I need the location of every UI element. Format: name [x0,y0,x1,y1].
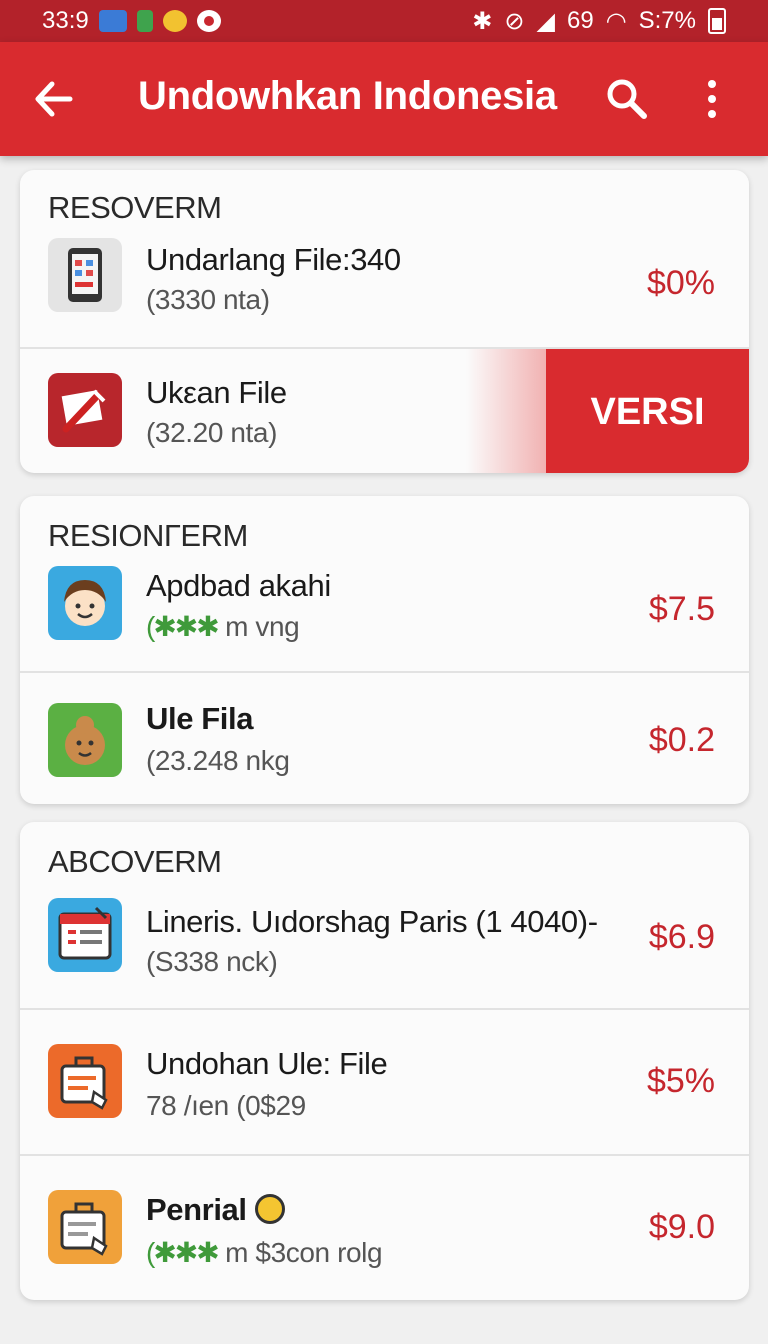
rating-stars: (✱✱✱ [146,611,220,642]
status-time: 33:9 [42,7,89,34]
item-price: $0.2 [648,721,715,759]
wifi-icon: ◠ [605,7,627,35]
section-card: ABCOVERM Lineris. Uıdorshag Paris (1 404… [20,822,749,1300]
swipe-shadow [466,349,546,473]
bluetooth-icon: ✱ [472,7,493,35]
bag-icon [48,1190,122,1264]
list-item[interactable]: Undarlang File:340 (3330 nta) $0% [20,222,749,347]
section-title: RESOVERM [48,190,222,225]
badge-icon [254,1194,285,1224]
mute-icon: ⊘ [504,7,525,35]
item-price: $7.5 [648,590,715,628]
section-card: RESIONΓERM Apdbad akahi (✱✱✱ m vng $7.5 … [20,496,749,804]
versi-swipe-button[interactable]: VERSI [546,349,749,473]
item-subtitle: 78 /ıen (0$29 [146,1090,306,1121]
list-item[interactable]: Lineris. Uıdorshag Paris (1 4040)- (S338… [20,880,749,1008]
section-title: RESIONΓERM [48,518,248,553]
item-subtitle: (32.20 nta) [146,417,278,448]
back-arrow-icon[interactable] [30,76,80,124]
item-subtitle: (3330 nta) [146,284,270,315]
face-icon [48,566,122,640]
pen-icon [48,373,122,447]
notification-icon [98,10,127,32]
signal-icon: ◢ [536,7,555,35]
notification-icon [136,10,153,32]
notification-icon [196,10,221,32]
item-subtitle: (S338 nck) [146,946,278,977]
battery-icon [708,8,726,34]
item-name-text: Penrial [146,1192,247,1227]
search-icon[interactable] [604,76,650,122]
status-bar: 33:9 ✱ ⊘ ◢ 69 ◠ S:7% [0,0,768,42]
item-price: $5% [646,1062,715,1100]
item-subtitle: (✱✱✱ m vng [146,610,300,643]
item-price: $9.0 [648,1208,715,1246]
item-subtitle-text: m vng [217,611,300,642]
notification-icon [162,10,187,32]
item-name: Ule Fila [146,701,254,736]
list-item[interactable]: Ukεan File (32.20 nta) VERSI [20,347,749,473]
item-name: Penrial [146,1192,285,1228]
briefcase-icon [48,1044,122,1118]
calendar-icon [48,898,122,972]
battery-text: S:7% [638,7,696,34]
item-price: $0% [646,264,715,302]
app-bar: Undowhkan Indonesia [0,42,768,156]
item-subtitle: (23.248 nkg [146,745,290,776]
item-name: Apdbad akahi [146,568,331,603]
item-subtitle: (✱✱✱ m $3con rolg [146,1236,383,1269]
more-options-icon[interactable] [700,76,724,122]
signal-text: 69 [566,7,594,34]
list-item[interactable]: Penrial (✱✱✱ m $3con rolg $9.0 [20,1154,749,1300]
cookie-icon [48,703,122,777]
list-item[interactable]: Apdbad akahi (✱✱✱ m vng $7.5 [20,552,749,671]
item-subtitle-text: m $3con rolg [217,1237,383,1268]
item-name: Ukεan File [146,375,287,410]
phone-icon [48,238,122,312]
page-title: Undowhkan Indonesia [138,74,557,118]
section-title: ABCOVERM [48,844,222,879]
item-name: Lineris. Uıdorshag Paris (1 4040)- [146,904,598,939]
section-card: RESOVERM Undarlang File:340 (3330 nta) $… [20,170,749,473]
item-price: $6.9 [648,918,715,956]
list-item[interactable]: Ule Fila (23.248 nkg $0.2 [20,671,749,804]
rating-stars: (✱✱✱ [146,1237,220,1268]
item-name: Undohan Ule: File [146,1046,388,1081]
item-name: Undarlang File:340 [146,242,401,277]
list-item[interactable]: Undohan Ule: File 78 /ıen (0$29 $5% [20,1008,749,1154]
